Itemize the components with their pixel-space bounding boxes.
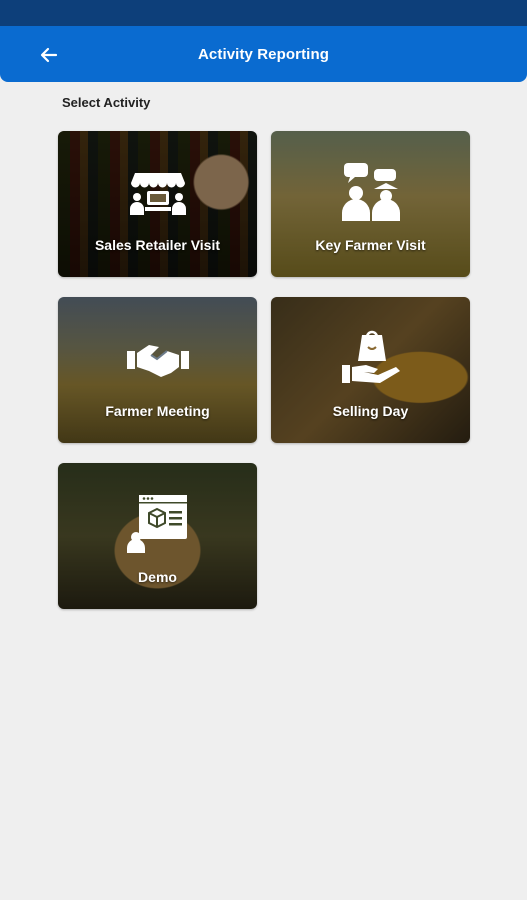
people-chat-icon	[341, 163, 400, 221]
tile-label: Sales Retailer Visit	[94, 237, 221, 253]
shopping-bag-hand-icon	[341, 330, 400, 383]
product-demo-icon	[126, 495, 187, 553]
page-title: Activity Reporting	[198, 45, 329, 63]
tile-demo[interactable]: Demo	[58, 463, 257, 609]
app-bar: Activity Reporting	[0, 26, 527, 82]
back-button[interactable]	[34, 40, 64, 70]
tile-label: Selling Day	[332, 403, 409, 419]
handshake-icon	[126, 345, 189, 377]
tile-label: Demo	[138, 569, 177, 585]
section-label: Select Activity	[62, 95, 151, 110]
storefront-icon	[129, 173, 186, 215]
tile-label: Farmer Meeting	[105, 403, 210, 419]
tile-sales-retailer-visit[interactable]: Sales Retailer Visit	[58, 131, 257, 277]
tile-selling-day[interactable]: Selling Day	[271, 297, 470, 443]
tile-farmer-meeting[interactable]: Farmer Meeting	[58, 297, 257, 443]
arrow-left-icon	[40, 47, 58, 63]
tile-label: Key Farmer Visit	[315, 237, 426, 253]
status-bar	[0, 0, 527, 26]
tile-key-farmer-visit[interactable]: Key Farmer Visit	[271, 131, 470, 277]
